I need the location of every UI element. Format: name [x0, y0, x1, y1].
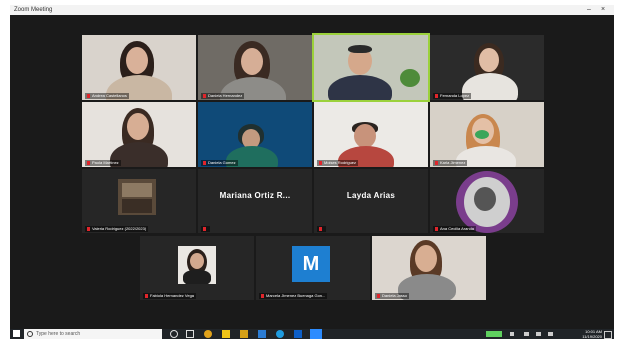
minimize-icon[interactable]: –	[584, 5, 594, 15]
search-icon	[27, 331, 33, 337]
battery-icon	[486, 331, 502, 337]
video-tile[interactable]: Moises Rodriguez	[314, 102, 428, 167]
mail-icon[interactable]	[258, 330, 266, 338]
video-tile[interactable]: Paola Martinez	[82, 102, 196, 167]
video-tile-off[interactable]: Valeria Rodriguez (2022/2023)	[82, 169, 196, 233]
video-tile[interactable]: Daniela Hernandez	[198, 35, 312, 100]
window-titlebar: Zoom Meeting – ×	[10, 5, 614, 15]
task-view-icon[interactable]	[186, 330, 194, 338]
avatar-initial: M	[292, 246, 330, 282]
mic-muted-icon	[203, 160, 206, 165]
clock-date: 11/19/2020	[582, 334, 602, 339]
mic-muted-icon	[145, 293, 148, 298]
participant-name: Ana Cecilia Aranda	[433, 226, 477, 232]
store-icon[interactable]	[294, 330, 302, 338]
zoom-icon[interactable]	[310, 329, 322, 339]
chrome-icon[interactable]	[204, 330, 212, 338]
taskbar-search-box[interactable]: Type here to search	[24, 329, 162, 339]
participant-name: Daniela Gomez	[201, 160, 238, 166]
participant-name: Fernanda Lopez	[433, 93, 472, 99]
mic-muted-icon	[319, 160, 322, 165]
video-tile-off[interactable]: Mariana Ortiz R...	[198, 169, 312, 233]
notification-icon[interactable]	[604, 331, 612, 339]
video-tile[interactable]: Fernanda Lopez	[430, 35, 544, 100]
mic-muted-icon	[87, 160, 90, 165]
video-tile-off[interactable]: Layda Arias	[314, 169, 428, 233]
participant-name: Moises Rodriguez	[317, 160, 359, 166]
mic-muted-icon	[435, 93, 438, 98]
participant-name: Daniela Jasso	[375, 293, 410, 299]
video-tile-active-speaker[interactable]	[312, 33, 430, 102]
video-tile-off[interactable]: Fabiola Hernandez Vega	[140, 236, 254, 300]
language-icon[interactable]	[548, 332, 553, 336]
video-tile-off[interactable]: Ana Cecilia Aranda	[430, 169, 544, 233]
participant-name	[201, 226, 210, 232]
mic-muted-icon	[435, 226, 438, 231]
mic-muted-icon	[435, 160, 438, 165]
mic-muted-icon	[319, 226, 322, 231]
mic-muted-icon	[377, 293, 380, 298]
edge-icon[interactable]	[276, 330, 284, 338]
cortana-icon[interactable]	[170, 330, 178, 338]
video-tile-off[interactable]: M Marcela Jimenez Buenaga Gon...	[256, 236, 370, 300]
profile-picture	[178, 246, 216, 284]
participant-name: Paola Martinez	[85, 160, 121, 166]
wifi-icon[interactable]	[524, 332, 529, 336]
folder-icon[interactable]	[240, 330, 248, 338]
window-title: Zoom Meeting	[14, 7, 53, 13]
mic-muted-icon	[261, 293, 264, 298]
participant-display-name: Layda Arias	[346, 191, 396, 200]
participant-name	[317, 226, 326, 232]
face-mask-icon	[475, 130, 489, 139]
mic-muted-icon	[203, 226, 206, 231]
chevron-up-icon[interactable]	[510, 332, 514, 336]
video-tile[interactable]: Andrea Castellanos	[82, 35, 196, 100]
participant-name: Andrea Castellanos	[85, 93, 129, 99]
participant-name: Marcela Jimenez Buenaga Gon...	[259, 293, 328, 299]
search-placeholder: Type here to search	[36, 331, 81, 337]
desktop-screen: Zoom Meeting – × Andrea Castellanos Dani…	[10, 5, 614, 339]
mic-muted-icon	[87, 93, 90, 98]
participant-name: Valeria Rodriguez (2022/2023)	[85, 226, 149, 232]
file-explorer-icon[interactable]	[222, 330, 230, 338]
participant-name: Karla Jimenez	[433, 160, 468, 166]
participant-display-name: Mariana Ortiz R...	[219, 191, 291, 200]
volume-icon[interactable]	[536, 332, 541, 336]
profile-picture	[118, 179, 156, 215]
video-tile[interactable]: Daniela Gomez	[198, 102, 312, 167]
participant-name: Fabiola Hernandez Vega	[143, 293, 197, 299]
participant-name: Daniela Hernandez	[201, 93, 245, 99]
close-icon[interactable]: ×	[598, 5, 608, 15]
taskbar-clock[interactable]: 10:01 AM 11/19/2020	[582, 329, 602, 339]
windows-taskbar: Type here to search 10:01 AM 11/19/2020	[10, 329, 614, 339]
windows-start-icon[interactable]	[13, 330, 20, 337]
profile-picture	[456, 171, 518, 233]
mic-muted-icon	[203, 93, 206, 98]
video-tile[interactable]: Karla Jimenez	[430, 102, 544, 167]
plant-icon	[400, 69, 420, 87]
mic-muted-icon	[87, 226, 90, 231]
video-tile[interactable]: Daniela Jasso	[372, 236, 486, 300]
